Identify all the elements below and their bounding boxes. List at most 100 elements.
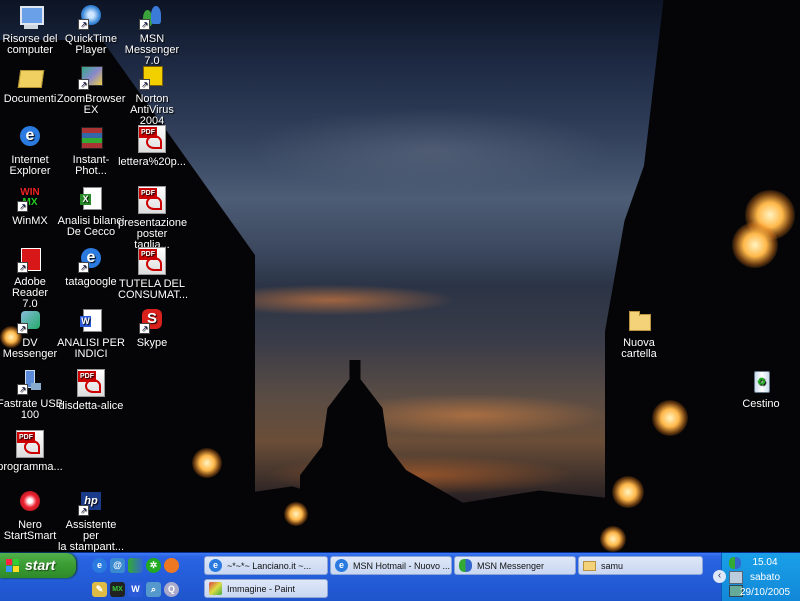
desktop-icon-cestino[interactable]: ♻ Cestino — [727, 369, 795, 410]
quick-launch-outlook-icon[interactable]: @ — [110, 558, 125, 573]
desktop-icon-dv-messenger[interactable]: ↗ DV Messenger — [0, 308, 64, 360]
word-file-icon: W — [78, 308, 104, 334]
quick-launch-firefox-icon[interactable] — [164, 558, 179, 573]
task-button-paint[interactable]: Immagine - Paint — [204, 579, 328, 598]
taskbar: start e @ ✲ ✎ MX W ⌕ Q e ~*~*~ Lanciano.… — [0, 552, 800, 601]
desktop-icon-tutela-pdf[interactable]: TUTELA DEL CONSUMAT... — [118, 247, 189, 301]
quick-launch-winamp-icon[interactable]: ✲ — [146, 558, 161, 573]
task-button-samu[interactable]: samu — [578, 556, 703, 575]
desktop-icon-disdetta-alice[interactable]: disdetta-alice — [57, 369, 125, 412]
desktop-icon-winmx[interactable]: WIN MX ↗ WinMX — [0, 186, 64, 227]
norton-antivirus-icon: ↗ — [139, 64, 165, 90]
msn-messenger-icon: ↗ — [139, 4, 165, 30]
desktop-icon-analisi-per-indici[interactable]: W ANALISI PER INDICI — [57, 308, 125, 360]
icon-label: Adobe Reader 7.0 — [11, 276, 49, 310]
tray-time[interactable]: 15.04 — [735, 557, 795, 568]
desktop-icon-msn-messenger[interactable]: ↗ MSN Messenger 7.0 — [118, 4, 186, 67]
desktop-icon-analisi-bilanci[interactable]: X Analisi bilanci De Cecco — [57, 186, 125, 238]
desktop-icon-skype[interactable]: S ↗ Skype — [118, 308, 186, 349]
desktop-icon-instant-photo[interactable]: Instant-Phot... — [57, 125, 125, 177]
quick-launch-msn-icon[interactable] — [128, 558, 143, 573]
pdf-file-icon — [138, 125, 166, 153]
folder-icon — [583, 561, 596, 571]
icon-label: TUTELA DEL CONSUMAT... — [118, 278, 189, 301]
task-button-lanciano[interactable]: e ~*~*~ Lanciano.it ~... — [204, 556, 328, 575]
desktop-icon-norton-antivirus[interactable]: ↗ Norton AntiVirus 2004 — [118, 64, 186, 127]
quick-launch-word-icon[interactable]: W — [128, 582, 143, 597]
zoombrowser-icon: ↗ — [78, 64, 104, 90]
icon-label: ANALISI PER INDICI — [57, 337, 125, 360]
wallpaper-street-lamp — [732, 222, 778, 268]
tray-date[interactable]: 29/10/2005 — [735, 587, 795, 598]
wallpaper-street-lamp — [612, 476, 644, 508]
internet-explorer-icon: e — [335, 559, 348, 572]
desktop-icon-documenti[interactable]: Documenti — [0, 64, 64, 105]
desktop-icon-lettera-pdf[interactable]: lettera%20p... — [118, 125, 186, 168]
task-button-label: samu — [601, 561, 624, 571]
desktop-icon-tatagoogle[interactable]: e ↗ tatagoogle — [57, 247, 125, 288]
adobe-reader-icon: ↗ — [17, 247, 43, 273]
quick-launch-pencil-icon[interactable]: ✎ — [92, 582, 107, 597]
hp-printer-icon: hp ↗ — [78, 490, 104, 516]
icon-label: WinMX — [12, 215, 48, 227]
icon-label: Internet Explorer — [9, 154, 51, 177]
pdf-file-icon — [138, 186, 166, 214]
quick-launch-search-icon[interactable]: ⌕ — [146, 582, 161, 597]
pdf-file-icon — [77, 369, 105, 397]
icon-label: Cestino — [742, 398, 780, 410]
icon-label: programma... — [0, 461, 63, 473]
tray-expand-chevron-icon[interactable]: ‹ — [713, 570, 726, 583]
excel-file-icon: X — [78, 186, 104, 212]
dv-messenger-icon: ↗ — [17, 308, 43, 334]
desktop[interactable]: Risorse del computer ↗ QuickTime Player … — [0, 0, 800, 552]
internet-explorer-icon: e — [209, 559, 222, 572]
icon-label: lettera%20p... — [118, 156, 186, 168]
folder-icon — [626, 308, 652, 334]
quick-launch-winmx-icon[interactable]: MX — [110, 582, 125, 597]
recycle-bin-icon: ♻ — [748, 369, 774, 395]
icon-label: Fastrate USB 100 — [0, 398, 64, 421]
skype-icon: S ↗ — [139, 308, 165, 334]
windows-flag-icon — [6, 559, 19, 572]
desktop-icon-nero-startsmart[interactable]: Nero StartSmart — [0, 490, 64, 542]
desktop-icon-quicktime[interactable]: ↗ QuickTime Player — [57, 4, 125, 56]
icon-label: tatagoogle — [65, 276, 117, 288]
tray-day[interactable]: sabato — [735, 572, 795, 583]
task-button-msn-messenger[interactable]: MSN Messenger — [454, 556, 576, 575]
start-button[interactable]: start — [0, 553, 76, 578]
wallpaper-street-lamp — [192, 448, 222, 478]
task-button-msn-hotmail[interactable]: e MSN Hotmail - Nuovo ... — [330, 556, 452, 575]
nero-icon — [17, 490, 43, 516]
desktop-icon-nuova-cartella[interactable]: Nuova cartella — [605, 308, 673, 360]
icon-label: Skype — [136, 337, 168, 349]
icon-label: Documenti — [3, 93, 57, 105]
icon-label: Norton AntiVirus 2004 — [130, 93, 174, 127]
quick-launch-qt-icon[interactable]: Q — [164, 582, 179, 597]
desktop-icon-risorse-del-computer[interactable]: Risorse del computer — [0, 4, 64, 56]
task-button-label: MSN Hotmail - Nuovo ... — [353, 561, 451, 571]
icon-label: Risorse del computer — [2, 33, 58, 56]
wallpaper-street-lamp — [600, 526, 626, 552]
paint-icon — [209, 582, 222, 595]
desktop-icon-assistente-stampante[interactable]: hp ↗ Assistente per la stampant... — [57, 490, 125, 552]
usb-modem-icon: ↗ — [17, 369, 43, 395]
internet-explorer-icon: e — [17, 125, 43, 151]
pdf-file-icon — [138, 247, 166, 275]
desktop-icon-fastrate-usb[interactable]: ↗ Fastrate USB 100 — [0, 369, 64, 421]
msn-messenger-icon — [459, 559, 472, 572]
desktop-icon-adobe-reader[interactable]: ↗ Adobe Reader 7.0 — [0, 247, 64, 310]
system-tray: ‹ 15.04 sabato 29/10/2005 — [713, 553, 800, 601]
winmx-icon: WIN MX ↗ — [17, 186, 43, 212]
desktop-icon-zoombrowser[interactable]: ↗ ZoomBrowser EX — [57, 64, 125, 116]
task-button-label: Immagine - Paint — [227, 584, 296, 594]
icon-label: DV Messenger — [2, 337, 58, 360]
desktop-icon-internet-explorer[interactable]: e Internet Explorer — [0, 125, 64, 177]
desktop-icon-presentazione-pdf[interactable]: presentazione poster taglia... — [118, 186, 187, 251]
wallpaper-street-lamp — [652, 400, 688, 436]
desktop-icon-programma[interactable]: programma... — [0, 430, 64, 473]
my-documents-icon — [17, 64, 45, 90]
quicktime-icon: ↗ — [78, 4, 104, 30]
quick-launch-internet-explorer-icon[interactable]: e — [92, 558, 107, 573]
task-button-label: ~*~*~ Lanciano.it ~... — [227, 561, 312, 571]
pdf-file-icon — [16, 430, 44, 458]
